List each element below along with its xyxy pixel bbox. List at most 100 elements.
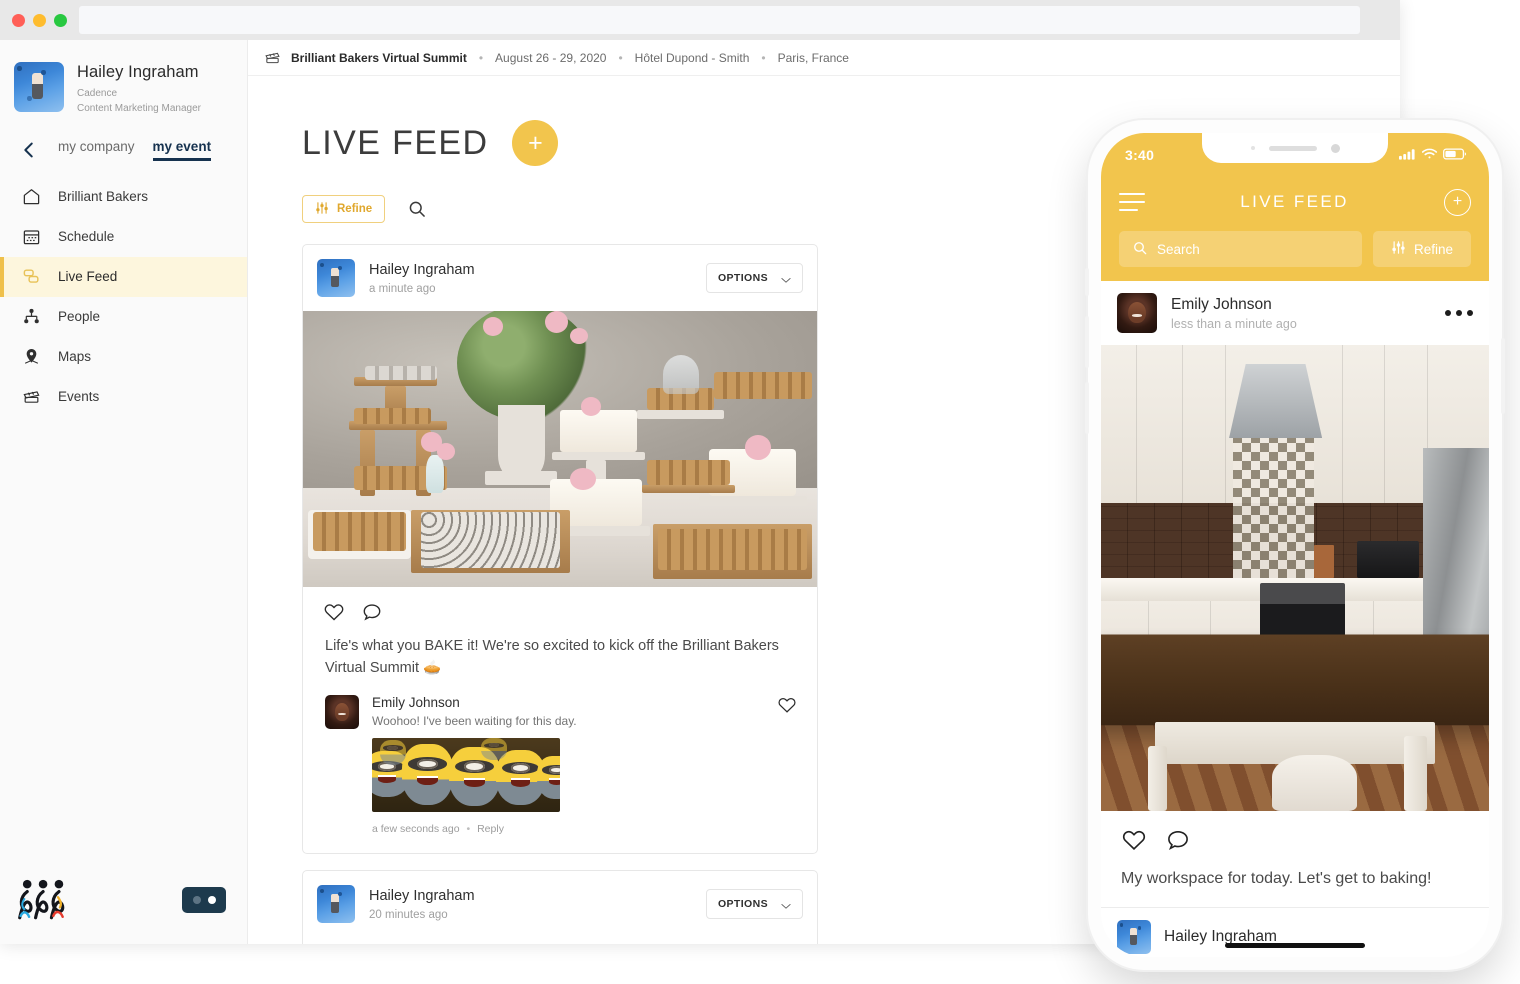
post-timestamp: a minute ago [369,282,436,295]
sidebar-item-people[interactable]: People [0,297,247,337]
sidebar-item-maps[interactable]: Maps [0,337,247,377]
map-pin-icon [22,347,41,366]
post-author: Hailey Ingraham [369,888,475,905]
post-options-button[interactable]: OPTIONS [705,889,803,920]
event-title: Brilliant Bakers Virtual Summit [291,50,467,65]
comment-bubble-icon[interactable] [1165,827,1191,853]
front-camera-icon [1330,143,1340,153]
battery-icon [1443,147,1467,165]
minimize-window-button[interactable] [33,13,46,27]
phone-post-header: Emily Johnson less than a minute ago [1101,281,1489,345]
post-options-label: OPTIONS [717,272,768,284]
phone-post-photo[interactable] [1101,345,1489,811]
refine-button[interactable]: Refine [302,195,386,223]
close-window-button[interactable] [12,13,25,27]
toggle-option-desktop[interactable] [192,896,201,904]
chevron-down-icon [781,901,791,909]
hamburger-menu-icon[interactable] [1119,193,1145,211]
separator: • [761,50,766,65]
sidebar-item-label: Schedule [58,229,115,245]
post-options-label: OPTIONS [717,898,768,911]
phone-next-post-preview[interactable]: Hailey Ingraham [1101,907,1489,957]
phone-search-row: Search Refine [1119,231,1471,267]
view-mode-toggle[interactable] [182,887,226,913]
kebab-menu-icon[interactable] [1445,310,1473,316]
wifi-icon [1421,147,1438,165]
phone-mute-switch[interactable] [1085,268,1089,296]
calendar-icon [22,227,41,246]
phone-post-author: Emily Johnson [1171,295,1272,313]
phone-post-body-text: My workspace for today. Let's get to bak… [1121,870,1432,887]
sidebar-item-live-feed[interactable]: Live Feed [0,256,247,297]
post-photo[interactable] [303,311,817,587]
sidebar-item-label: People [58,309,101,325]
like-heart-icon[interactable] [1121,827,1147,853]
comment-author: Emily Johnson [372,695,460,711]
avatar [14,62,64,112]
add-post-button[interactable]: + [512,120,559,166]
phone-post-timestamp: less than a minute ago [1171,317,1297,332]
feed-icon [22,267,41,286]
sidebar-item-brilliant-bakers[interactable]: Brilliant Bakers [0,177,247,217]
chevron-down-icon [781,275,791,283]
people-icon [22,307,41,326]
address-bar[interactable] [79,6,1360,34]
sidebar-nav: Brilliant Bakers Schedule Live Feed Peop… [0,177,247,417]
phone-status-bar: 3:40 [1101,133,1489,179]
post-action-bar [303,587,817,623]
sidebar-footer [0,878,248,922]
home-icon [22,187,41,206]
phone-refine-label: Refine [1413,241,1454,257]
sidebar-tabs: my company my event [0,117,247,161]
tab-my-company[interactable]: my company [58,139,135,161]
profile-company: Cadence [77,87,118,99]
phone-power-button[interactable] [1501,338,1505,414]
sidebar-item-label: Maps [58,349,92,365]
comment-like-icon[interactable] [777,695,797,715]
comment-timestamp: a few seconds ago [372,823,460,836]
phone-page-title: LIVE FEED [1240,192,1349,211]
sidebar-item-label: Brilliant Bakers [58,189,149,205]
comment-bubble-icon[interactable] [361,601,383,623]
maximize-window-button[interactable] [54,13,67,27]
window-traffic-lights [12,13,67,27]
earpiece-speaker [1268,145,1317,151]
event-dates: August 26 - 29, 2020 [495,50,607,65]
ticket-icon [264,49,281,66]
phone-post-meta: Emily Johnson less than a minute ago [1171,295,1445,331]
user-profile[interactable]: Hailey Ingraham Cadence Content Marketin… [0,40,247,117]
comment-text: Woohoo! I've been waiting for this day. [372,714,577,729]
sidebar-item-schedule[interactable]: Schedule [0,217,247,257]
phone-volume-down-button[interactable] [1085,382,1089,434]
home-indicator[interactable] [1225,943,1365,948]
comment-reply-link[interactable]: Reply [477,823,504,835]
post-card: Hailey Ingraham 20 minutes ago OPTIONS [302,870,818,944]
search-icon[interactable] [407,199,427,219]
event-venue: Hôtel Dupond - Smith [634,50,750,65]
sidebar-item-label: Events [58,389,100,405]
sidebar-item-events[interactable]: Events [0,377,247,417]
toggle-option-mobile[interactable] [207,896,216,904]
profile-role: Content Marketing Manager [77,103,201,115]
browser-titlebar [0,0,1400,40]
minions-cheering-gif [372,738,560,813]
avatar [317,885,355,924]
comment-image[interactable] [372,738,560,813]
tab-my-event[interactable]: my event [152,139,211,161]
post-options-button[interactable]: OPTIONS [705,263,803,293]
phone-volume-up-button[interactable] [1085,316,1089,368]
search-icon [1132,240,1148,259]
phone-app-header: LIVE FEED + Search Refine [1101,179,1489,281]
post-meta: Hailey Ingraham 20 minutes ago [369,887,706,921]
brand-logo-icon [16,878,72,922]
status-icons [1399,147,1467,165]
plus-circle-icon[interactable]: + [1444,188,1471,216]
phone-refine-button[interactable]: Refine [1373,231,1471,267]
back-chevron-icon[interactable] [18,139,40,161]
post-timestamp: 20 minutes ago [369,908,448,921]
phone-search-input[interactable]: Search [1119,231,1362,267]
like-heart-icon[interactable] [323,601,345,623]
dessert-table-photo [303,311,817,587]
event-breadcrumb-bar: Brilliant Bakers Virtual Summit • August… [248,40,1400,76]
comment-body: Emily Johnson Woohoo! I've been waiting … [372,695,769,835]
